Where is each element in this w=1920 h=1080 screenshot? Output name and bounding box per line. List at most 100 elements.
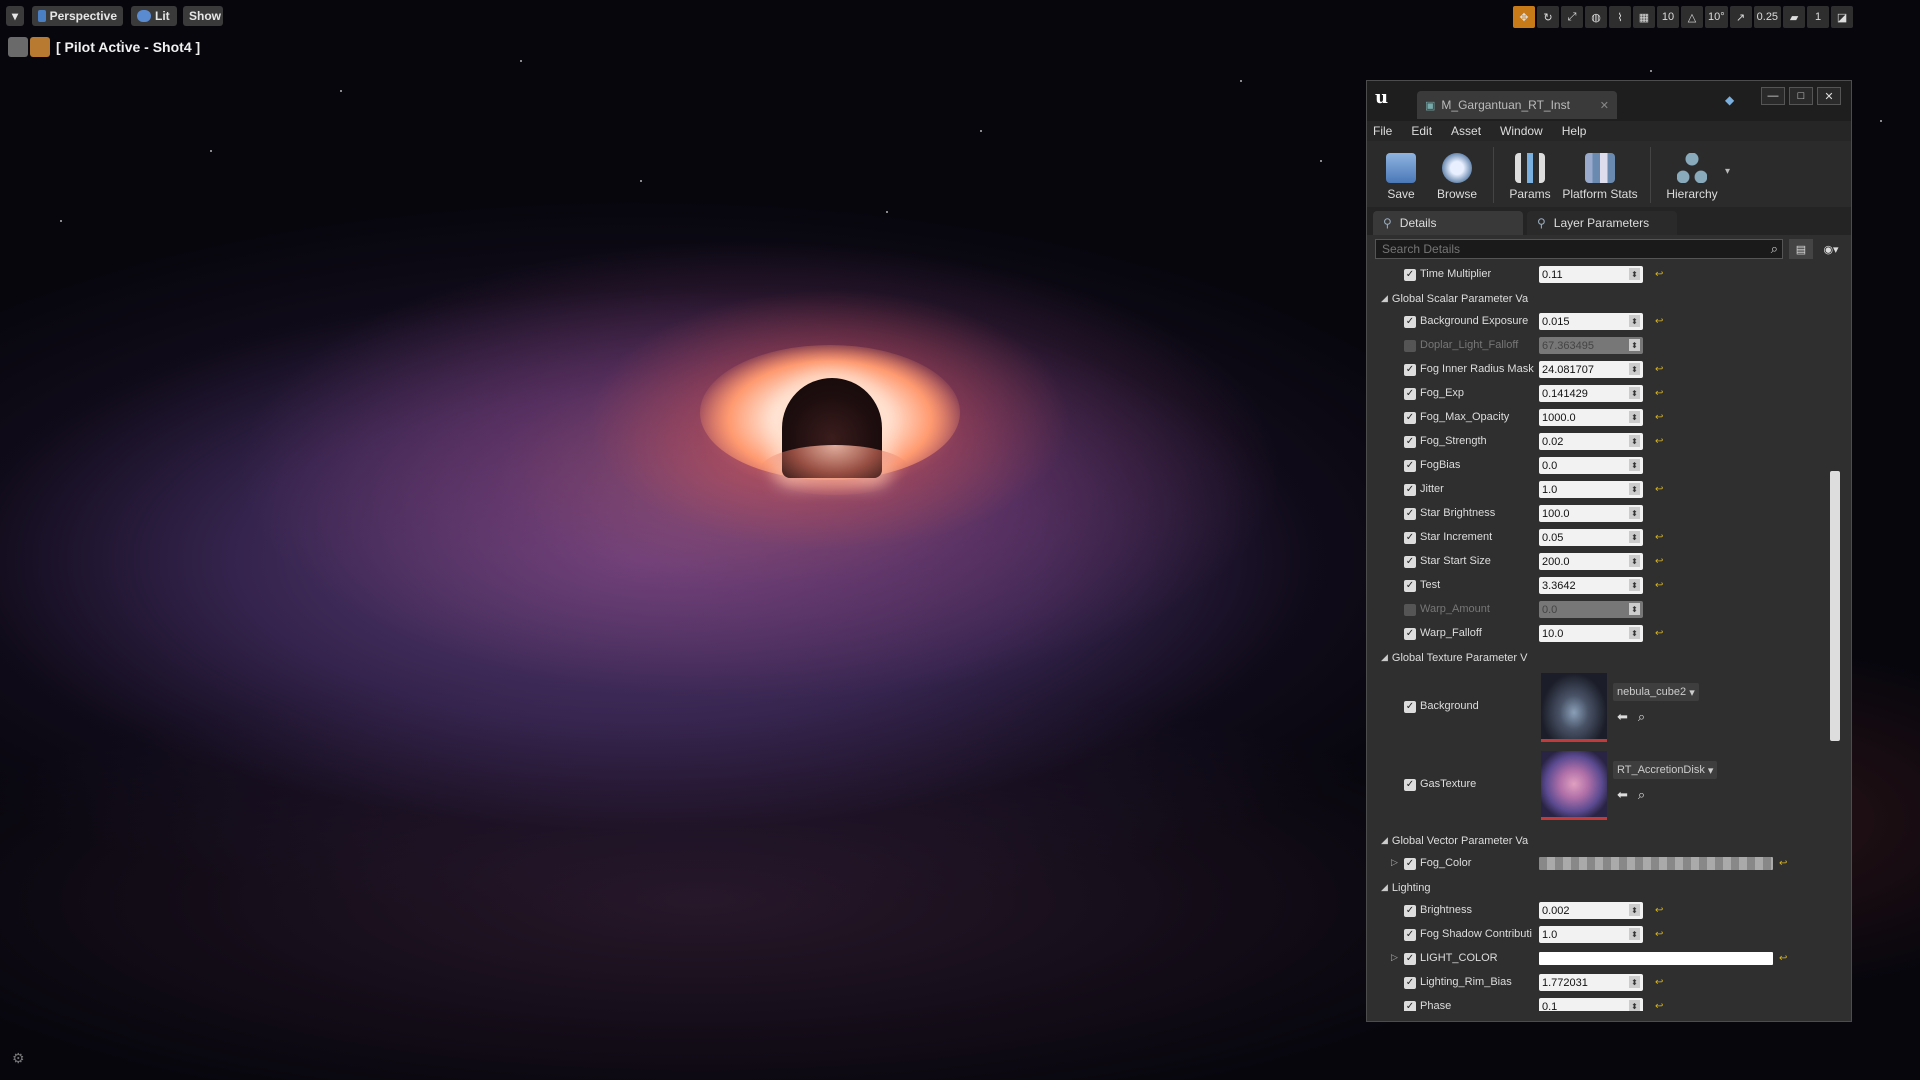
reset-to-default-icon[interactable]: ↩ <box>1655 905 1663 916</box>
param-value-field[interactable]: 0.002 ⬍ <box>1539 902 1643 919</box>
param-checkbox[interactable]: ✓ <box>1404 628 1416 640</box>
param-checkbox[interactable]: ✓ <box>1404 340 1416 352</box>
surface-snap-icon[interactable]: ⌇ <box>1609 6 1631 28</box>
param-value-field[interactable]: 200.0 ⬍ <box>1539 553 1643 570</box>
spinner-icon[interactable]: ⬍ <box>1629 268 1640 280</box>
spinner-icon[interactable]: ⬍ <box>1629 904 1640 916</box>
help-icon[interactable]: ◆ <box>1725 93 1734 107</box>
param-checkbox[interactable]: ✓ <box>1404 929 1416 941</box>
param-checkbox[interactable]: ✓ <box>1404 905 1416 917</box>
spinner-icon[interactable]: ⬍ <box>1629 579 1640 591</box>
param-checkbox[interactable]: ✓ <box>1404 953 1416 965</box>
use-selected-icon[interactable]: ⬅ <box>1617 709 1628 725</box>
rotate-icon[interactable]: ↻ <box>1537 6 1559 28</box>
param-value-field[interactable]: 1.772031 ⬍ <box>1539 974 1643 991</box>
param-checkbox[interactable]: ✓ <box>1404 701 1416 713</box>
grid-size-value[interactable]: 10 <box>1657 6 1679 28</box>
reset-to-default-icon[interactable]: ↩ <box>1655 929 1663 940</box>
reset-to-default-icon[interactable]: ↩ <box>1779 858 1787 869</box>
param-checkbox[interactable]: ✓ <box>1404 604 1416 616</box>
texture-asset-picker[interactable]: nebula_cube2 ▾ <box>1613 683 1699 701</box>
param-checkbox[interactable]: ✓ <box>1404 436 1416 448</box>
param-value-field[interactable]: 1.0 ⬍ <box>1539 481 1643 498</box>
reset-to-default-icon[interactable]: ↩ <box>1655 580 1663 591</box>
lit-button[interactable]: Lit <box>131 6 177 26</box>
hierarchy-button[interactable]: Hierarchy <box>1659 147 1725 207</box>
maximize-button[interactable]: □ <box>1789 87 1813 105</box>
close-tab-icon[interactable]: ✕ <box>1600 99 1609 112</box>
color-swatch[interactable] <box>1539 952 1773 965</box>
param-checkbox[interactable]: ✓ <box>1404 269 1416 281</box>
spinner-icon[interactable]: ⬍ <box>1629 507 1640 519</box>
param-checkbox[interactable]: ✓ <box>1404 364 1416 376</box>
minimize-button[interactable]: — <box>1761 87 1785 105</box>
spinner-icon[interactable]: ⬍ <box>1629 531 1640 543</box>
menu-asset[interactable]: Asset <box>1451 124 1481 138</box>
reset-to-default-icon[interactable]: ↩ <box>1655 484 1663 495</box>
category-global-scalar[interactable]: ◢ Global Scalar Parameter Va <box>1367 287 1851 310</box>
tab-layer-parameters[interactable]: ⚲ Layer Parameters <box>1527 211 1677 235</box>
param-checkbox[interactable]: ✓ <box>1404 556 1416 568</box>
hierarchy-dropdown-icon[interactable]: ▾ <box>1725 166 1730 177</box>
param-value-field[interactable]: 0.0 ⬍ <box>1539 601 1643 618</box>
camera-speed-value[interactable]: 1 <box>1807 6 1830 28</box>
menu-help[interactable]: Help <box>1562 124 1587 138</box>
camera-speed-icon[interactable]: ▰ <box>1783 6 1806 28</box>
reset-to-default-icon[interactable]: ↩ <box>1655 412 1663 423</box>
spinner-icon[interactable]: ⬍ <box>1629 363 1640 375</box>
param-value-field[interactable]: 0.141429 ⬍ <box>1539 385 1643 402</box>
reset-to-default-icon[interactable]: ↩ <box>1655 364 1663 375</box>
param-checkbox[interactable]: ✓ <box>1404 460 1416 472</box>
reset-to-default-icon[interactable]: ↩ <box>1655 316 1663 327</box>
spinner-icon[interactable]: ⬍ <box>1629 1000 1640 1011</box>
perspective-button[interactable]: Perspective <box>32 6 123 26</box>
world-space-icon[interactable]: ◍ <box>1585 6 1607 28</box>
use-selected-icon[interactable]: ⬅ <box>1617 787 1628 803</box>
spinner-icon[interactable]: ⬍ <box>1629 411 1640 423</box>
menu-window[interactable]: Window <box>1500 124 1543 138</box>
expand-arrow-icon[interactable]: ▷ <box>1391 952 1398 963</box>
category-global-texture[interactable]: ◢ Global Texture Parameter V <box>1367 646 1851 669</box>
param-value-field[interactable]: 10.0 ⬍ <box>1539 625 1643 642</box>
reset-to-default-icon[interactable]: ↩ <box>1779 953 1787 964</box>
spinner-icon[interactable]: ⬍ <box>1629 315 1640 327</box>
category-global-vector[interactable]: ◢ Global Vector Parameter Va <box>1367 829 1851 852</box>
spinner-icon[interactable]: ⬍ <box>1629 483 1640 495</box>
select-mode-icon[interactable]: ✥ <box>1513 6 1535 28</box>
browse-button[interactable]: Browse <box>1429 147 1485 207</box>
param-value-field[interactable]: 67.363495 ⬍ <box>1539 337 1643 354</box>
param-value-field[interactable]: 0.1 ⬍ <box>1539 998 1643 1011</box>
spinner-icon[interactable]: ⬍ <box>1629 603 1640 615</box>
reset-to-default-icon[interactable]: ↩ <box>1655 436 1663 447</box>
search-box[interactable]: ⌕ <box>1375 239 1783 259</box>
spinner-icon[interactable]: ⬍ <box>1629 387 1640 399</box>
show-button[interactable]: Show <box>183 6 223 26</box>
param-value-field[interactable]: 1000.0 ⬍ <box>1539 409 1643 426</box>
param-checkbox[interactable]: ✓ <box>1404 977 1416 989</box>
editor-titlebar[interactable]: u ▣ M_Gargantuan_RT_Inst ✕ ◆ — □ ✕ <box>1367 81 1851 121</box>
spinner-icon[interactable]: ⬍ <box>1629 435 1640 447</box>
texture-thumbnail[interactable] <box>1541 751 1607 820</box>
tab-details[interactable]: ⚲ Details <box>1373 211 1523 235</box>
param-value-field[interactable]: 1.0 ⬍ <box>1539 926 1643 943</box>
texture-thumbnail[interactable] <box>1541 673 1607 742</box>
scale-snap-value[interactable]: 0.25 <box>1753 6 1782 28</box>
spinner-icon[interactable]: ⬍ <box>1629 627 1640 639</box>
texture-asset-picker[interactable]: RT_AccretionDisk ▾ <box>1613 761 1718 779</box>
category-lighting[interactable]: ◢ Lighting <box>1367 876 1851 899</box>
param-checkbox[interactable]: ✓ <box>1404 484 1416 496</box>
menu-file[interactable]: File <box>1373 124 1392 138</box>
param-checkbox[interactable]: ✓ <box>1404 858 1416 870</box>
search-icon[interactable]: ⌕ <box>1771 241 1778 257</box>
param-checkbox[interactable]: ✓ <box>1404 412 1416 424</box>
param-value-field[interactable]: 0.0 ⬍ <box>1539 457 1643 474</box>
menu-edit[interactable]: Edit <box>1411 124 1432 138</box>
expand-arrow-icon[interactable]: ▷ <box>1391 857 1398 868</box>
reset-to-default-icon[interactable]: ↩ <box>1655 1001 1663 1011</box>
settings-icon[interactable]: ⚙ <box>12 1050 25 1067</box>
eject-icon[interactable] <box>8 37 28 57</box>
spinner-icon[interactable]: ⬍ <box>1629 928 1640 940</box>
param-value-field[interactable]: 0.05 ⬍ <box>1539 529 1643 546</box>
param-value-field[interactable]: 24.081707 ⬍ <box>1539 361 1643 378</box>
reset-to-default-icon[interactable]: ↩ <box>1655 388 1663 399</box>
